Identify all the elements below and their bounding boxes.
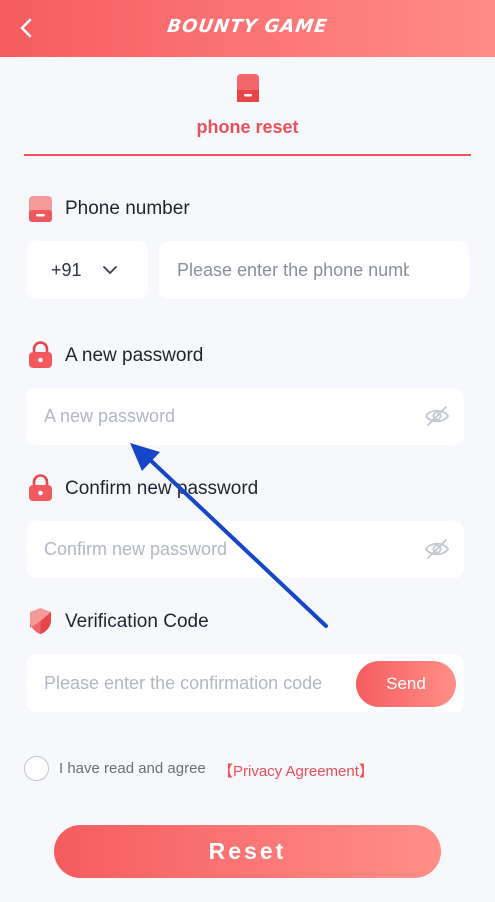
new-password-label: A new password (65, 345, 204, 366)
new-password-wrapper (26, 388, 464, 445)
tab-label: phone reset (196, 117, 299, 137)
lock-icon (29, 341, 52, 368)
phone-icon (29, 196, 52, 222)
agree-text: I have read and agree (59, 760, 206, 777)
confirm-password-label: Confirm new password (65, 478, 259, 499)
confirm-password-wrapper (26, 521, 464, 578)
confirm-password-input[interactable] (26, 521, 464, 578)
phone-number-label: Phone number (65, 198, 190, 219)
agreement-row: I have read and agree 【Privacy Agreement… (24, 756, 444, 782)
reset-button[interactable]: Reset (54, 825, 441, 878)
country-code-select[interactable]: +91 (26, 241, 148, 299)
phone-icon (237, 74, 259, 102)
phone-input[interactable] (159, 241, 469, 299)
privacy-agreement-link[interactable]: 【Privacy Agreement】 (218, 760, 374, 781)
lock-icon (29, 474, 52, 501)
tab-phone-reset[interactable]: phone reset (24, 57, 471, 156)
chevron-down-icon (103, 266, 117, 274)
verification-code-label: Verification Code (65, 611, 209, 632)
country-code-value: +91 (51, 260, 82, 280)
send-code-button[interactable]: Send (356, 661, 456, 707)
phone-input-wrapper (159, 241, 469, 299)
new-password-input[interactable] (26, 388, 464, 445)
eye-off-icon[interactable] (424, 404, 450, 428)
top-header: BOUNTY GAME (0, 0, 495, 57)
eye-off-icon[interactable] (424, 537, 450, 561)
shield-icon (30, 608, 51, 634)
app-logo: BOUNTY GAME (165, 16, 330, 37)
agree-checkbox[interactable] (24, 756, 49, 781)
